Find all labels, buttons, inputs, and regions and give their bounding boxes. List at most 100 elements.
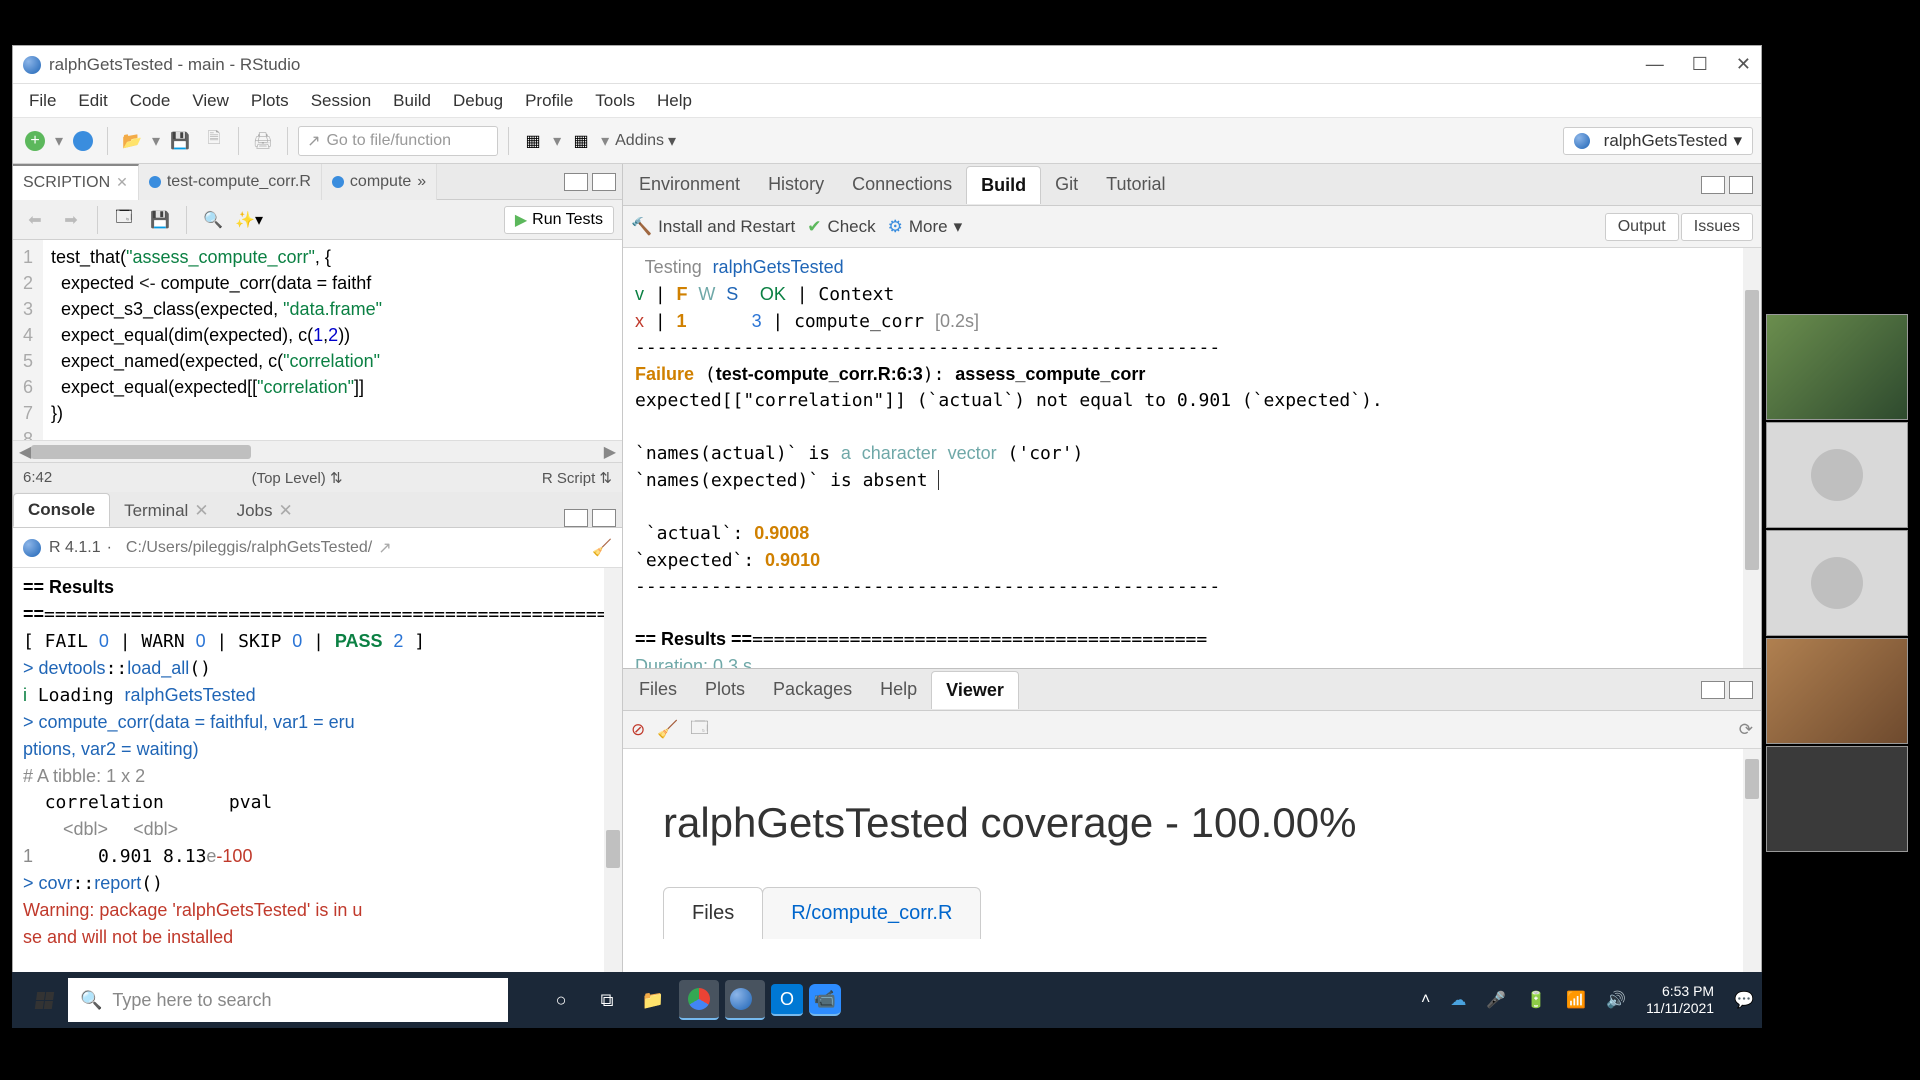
tab-description[interactable]: SCRIPTION ✕: [13, 164, 139, 200]
tab-plots2[interactable]: Plots: [691, 671, 759, 708]
menu-plots[interactable]: Plots: [251, 91, 289, 111]
new-file-button[interactable]: +: [21, 127, 49, 155]
menu-debug[interactable]: Debug: [453, 91, 503, 111]
tab-compute[interactable]: compute »: [322, 164, 437, 200]
scope-selector[interactable]: (Top Level) ⇅: [252, 469, 343, 487]
editor-hscroll[interactable]: ◀▶: [13, 440, 622, 462]
tab-terminal[interactable]: Terminal ✕: [110, 495, 223, 527]
tab-test-compute-corr[interactable]: test-compute_corr.R: [139, 164, 322, 200]
outlook-icon[interactable]: O: [771, 984, 803, 1016]
save-source-button[interactable]: 💾: [146, 206, 174, 234]
clear-console-icon[interactable]: 🧹: [592, 538, 612, 558]
mic-icon[interactable]: 🎤: [1486, 990, 1506, 1010]
tab-environment[interactable]: Environment: [625, 166, 754, 203]
notifications-icon[interactable]: 💬: [1734, 990, 1754, 1010]
show-in-new-window-button[interactable]: 🗔: [110, 206, 138, 234]
minimize-pane-icon[interactable]: [1701, 176, 1725, 194]
find-button[interactable]: 🔍: [199, 206, 227, 234]
refresh-icon[interactable]: ⟳: [1739, 720, 1753, 740]
coverage-tab-compute-corr[interactable]: R/compute_corr.R: [762, 887, 981, 939]
run-tests-button[interactable]: ▶ Run Tests: [504, 206, 614, 234]
wifi-icon[interactable]: 📶: [1566, 990, 1586, 1010]
tab-packages[interactable]: Packages: [759, 671, 866, 708]
menu-file[interactable]: File: [29, 91, 56, 111]
battery-icon[interactable]: 🔋: [1526, 990, 1546, 1010]
video-participant-1[interactable]: [1766, 314, 1908, 420]
minimize-button[interactable]: —: [1646, 54, 1664, 75]
menu-build[interactable]: Build: [393, 91, 431, 111]
start-button[interactable]: [20, 976, 68, 1024]
maximize-pane-icon[interactable]: [1729, 681, 1753, 699]
coverage-tab-files[interactable]: Files: [663, 887, 763, 939]
tab-files[interactable]: Files: [625, 671, 691, 708]
cortana-icon[interactable]: ○: [541, 980, 581, 1020]
menu-code[interactable]: Code: [130, 91, 171, 111]
language-selector[interactable]: R Script ⇅: [542, 469, 612, 487]
maximize-button[interactable]: ☐: [1692, 54, 1708, 75]
console-output[interactable]: == Results =============================…: [13, 568, 622, 1004]
rstudio-taskbar-icon[interactable]: [725, 980, 765, 1020]
broom-icon[interactable]: 🧹: [657, 720, 678, 740]
minimize-pane-icon[interactable]: [564, 173, 588, 191]
goto-file-input[interactable]: ↗ Go to file/function: [298, 126, 498, 156]
tab-help[interactable]: Help: [866, 671, 931, 708]
minimize-pane-icon[interactable]: [1701, 681, 1725, 699]
menu-session[interactable]: Session: [311, 91, 371, 111]
zoom-icon[interactable]: 📹: [809, 984, 841, 1016]
maximize-pane-icon[interactable]: [1729, 176, 1753, 194]
output-tab[interactable]: Output: [1605, 213, 1679, 241]
new-project-button[interactable]: [69, 127, 97, 155]
tab-viewer[interactable]: Viewer: [931, 671, 1019, 709]
chrome-icon[interactable]: [679, 980, 719, 1020]
maximize-pane-icon[interactable]: [592, 173, 616, 191]
grid-button-2[interactable]: ▦: [567, 127, 595, 155]
tab-tutorial[interactable]: Tutorial: [1092, 166, 1179, 203]
menu-edit[interactable]: Edit: [78, 91, 107, 111]
addins-menu[interactable]: Addins ▾: [615, 131, 676, 151]
print-button[interactable]: 🖨: [249, 127, 277, 155]
menu-help[interactable]: Help: [657, 91, 692, 111]
volume-icon[interactable]: 🔊: [1606, 990, 1626, 1010]
build-vscroll[interactable]: [1743, 248, 1761, 668]
forward-button[interactable]: ➡: [57, 206, 85, 234]
tab-console[interactable]: Console: [13, 493, 110, 527]
taskbar-search[interactable]: 🔍 Type here to search: [68, 978, 508, 1022]
tab-connections[interactable]: Connections: [838, 166, 966, 203]
save-button[interactable]: 💾: [166, 127, 194, 155]
issues-tab[interactable]: Issues: [1681, 213, 1753, 241]
minimize-pane-icon[interactable]: [564, 509, 588, 527]
project-selector[interactable]: ralphGetsTested ▾: [1563, 127, 1753, 155]
grid-button-1[interactable]: ▦: [519, 127, 547, 155]
save-all-button[interactable]: 🗎: [200, 127, 228, 155]
more-tabs-icon[interactable]: »: [417, 173, 426, 191]
viewer-content[interactable]: ralphGetsTested coverage - 100.00% Files…: [623, 749, 1761, 1004]
remove-viewer-icon[interactable]: ⊘: [631, 720, 645, 740]
export-icon[interactable]: 🗔: [690, 715, 708, 744]
video-participant-3[interactable]: [1766, 530, 1908, 636]
video-participant-2[interactable]: [1766, 422, 1908, 528]
tab-history[interactable]: History: [754, 166, 838, 203]
install-restart-button[interactable]: 🔨 Install and Restart: [631, 217, 795, 237]
tab-jobs[interactable]: Jobs ✕: [223, 495, 307, 527]
code-editor[interactable]: 12345678 test_that("assess_compute_corr"…: [13, 240, 622, 440]
more-button[interactable]: ⚙ More ▾: [888, 217, 963, 237]
file-explorer-icon[interactable]: 📁: [633, 980, 673, 1020]
open-file-button[interactable]: 📂: [118, 127, 146, 155]
video-participant-5[interactable]: [1766, 746, 1908, 852]
console-vscroll[interactable]: [604, 568, 622, 1004]
arrow-icon[interactable]: ↗: [378, 538, 391, 558]
task-view-icon[interactable]: ⧉: [587, 980, 627, 1020]
close-icon[interactable]: ✕: [116, 174, 128, 191]
tab-build[interactable]: Build: [966, 166, 1041, 204]
tab-git[interactable]: Git: [1041, 166, 1092, 203]
menu-profile[interactable]: Profile: [525, 91, 573, 111]
video-participant-4[interactable]: [1766, 638, 1908, 744]
wand-button[interactable]: ✨▾: [235, 206, 263, 234]
close-button[interactable]: ✕: [1736, 54, 1751, 75]
viewer-vscroll[interactable]: [1743, 749, 1761, 1004]
back-button[interactable]: ⬅: [21, 206, 49, 234]
code-body[interactable]: test_that("assess_compute_corr", { expec…: [43, 240, 390, 440]
menu-view[interactable]: View: [192, 91, 229, 111]
menu-tools[interactable]: Tools: [595, 91, 635, 111]
taskbar-clock[interactable]: 6:53 PM 11/11/2021: [1646, 983, 1714, 1017]
